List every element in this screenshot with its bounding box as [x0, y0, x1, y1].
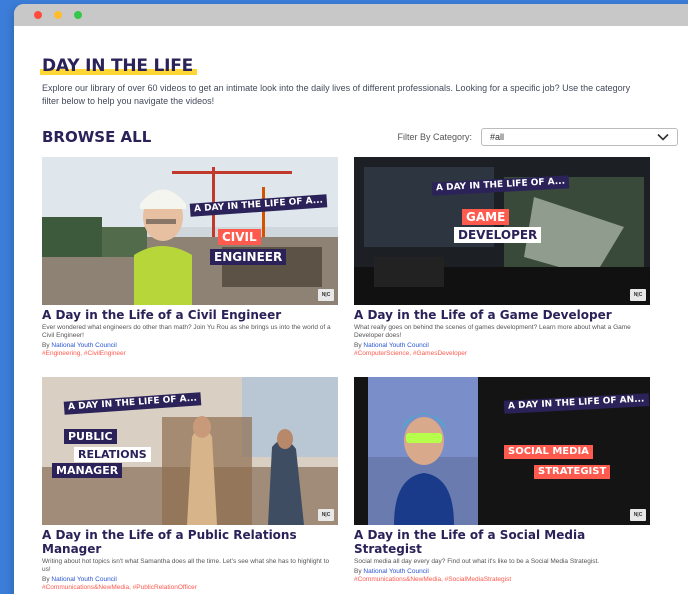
video-tags[interactable]: #Communications&NewMedia, #SocialMediaSt…: [354, 576, 650, 583]
banner-main-1: SOCIAL MEDIA: [504, 445, 593, 459]
video-card[interactable]: A DAY IN THE LIFE OF A... CIVIL ENGINEER…: [42, 157, 338, 357]
browser-window: DAY IN THE LIFE Explore our library of o…: [14, 4, 688, 594]
author-link[interactable]: National Youth Council: [363, 342, 428, 349]
video-title[interactable]: A Day in the Life of a Social Media Stra…: [354, 528, 650, 556]
banner-main-2: DEVELOPER: [454, 227, 542, 243]
category-filter: Filter By Category: #all: [397, 128, 678, 146]
video-title[interactable]: A Day in the Life of a Game Developer: [354, 308, 650, 322]
nyc-logo-badge: N|C: [630, 289, 646, 301]
banner-main-3: MANAGER: [52, 463, 123, 478]
video-thumbnail[interactable]: A DAY IN THE LIFE OF A... GAME DEVELOPER…: [354, 157, 650, 305]
banner-main-2: ENGINEER: [210, 249, 287, 265]
browse-title: BROWSE ALL: [42, 128, 152, 146]
video-author: By National Youth Council: [354, 568, 429, 575]
video-description: What really goes on behind the scenes of…: [354, 324, 631, 339]
category-select[interactable]: #all: [481, 128, 678, 146]
video-title[interactable]: A Day in the Life of a Civil Engineer: [42, 308, 338, 322]
category-select-value: #all: [490, 132, 505, 142]
video-description: Social media all day every day? Find out…: [354, 558, 600, 565]
page-intro: Explore our library of over 60 videos to…: [42, 83, 631, 106]
banner-main-1: CIVIL: [218, 229, 261, 245]
banner-main-2: RELATIONS: [74, 447, 151, 462]
video-thumbnail[interactable]: A DAY IN THE LIFE OF AN... SOCIAL MEDIA …: [354, 377, 650, 525]
minimize-window-button[interactable]: [54, 11, 62, 19]
nyc-logo-badge: N|C: [630, 509, 646, 521]
nyc-logo-badge: N|C: [318, 289, 334, 301]
video-title[interactable]: A Day in the Life of a Public Relations …: [42, 528, 338, 556]
video-tags[interactable]: #ComputerScience, #GamesDeveloper: [354, 350, 650, 357]
video-description: Writing about hot topics isn't what Sama…: [42, 558, 330, 573]
video-thumbnail[interactable]: A DAY IN THE LIFE OF A... CIVIL ENGINEER…: [42, 157, 338, 305]
browse-header: BROWSE ALL Filter By Category: #all: [42, 128, 678, 146]
video-card[interactable]: A DAY IN THE LIFE OF A... GAME DEVELOPER…: [354, 157, 650, 357]
video-card[interactable]: A DAY IN THE LIFE OF A... PUBLIC RELATIO…: [42, 377, 338, 591]
banner-main-2: STRATEGIST: [534, 465, 611, 479]
video-tags[interactable]: #Communications&NewMedia, #PublicRelatio…: [42, 584, 338, 591]
banner-main-1: GAME: [462, 209, 510, 225]
author-link[interactable]: National Youth Council: [51, 576, 116, 583]
maximize-window-button[interactable]: [74, 11, 82, 19]
window-titlebar: [14, 4, 688, 26]
civil-engineer-thumbnail-image: [42, 157, 338, 305]
author-link[interactable]: National Youth Council: [51, 342, 116, 349]
video-author: By National Youth Council: [42, 342, 117, 349]
author-link[interactable]: National Youth Council: [363, 568, 428, 575]
video-grid: A DAY IN THE LIFE OF A... CIVIL ENGINEER…: [42, 157, 678, 591]
nyc-logo-badge: N|C: [318, 509, 334, 521]
filter-label: Filter By Category:: [397, 132, 472, 142]
chevron-down-icon: [657, 133, 669, 141]
video-tags[interactable]: #Engineering, #CivilEngineer: [42, 350, 338, 357]
video-thumbnail[interactable]: A DAY IN THE LIFE OF A... PUBLIC RELATIO…: [42, 377, 338, 525]
video-author: By National Youth Council: [354, 342, 429, 349]
video-card[interactable]: A DAY IN THE LIFE OF AN... SOCIAL MEDIA …: [354, 377, 650, 591]
banner-main-1: PUBLIC: [64, 429, 117, 444]
video-author: By National Youth Council: [42, 576, 117, 583]
video-description: Ever wondered what engineers do other th…: [42, 324, 331, 339]
page-title: DAY IN THE LIFE: [40, 56, 198, 76]
close-window-button[interactable]: [34, 11, 42, 19]
page-content: DAY IN THE LIFE Explore our library of o…: [14, 26, 688, 591]
